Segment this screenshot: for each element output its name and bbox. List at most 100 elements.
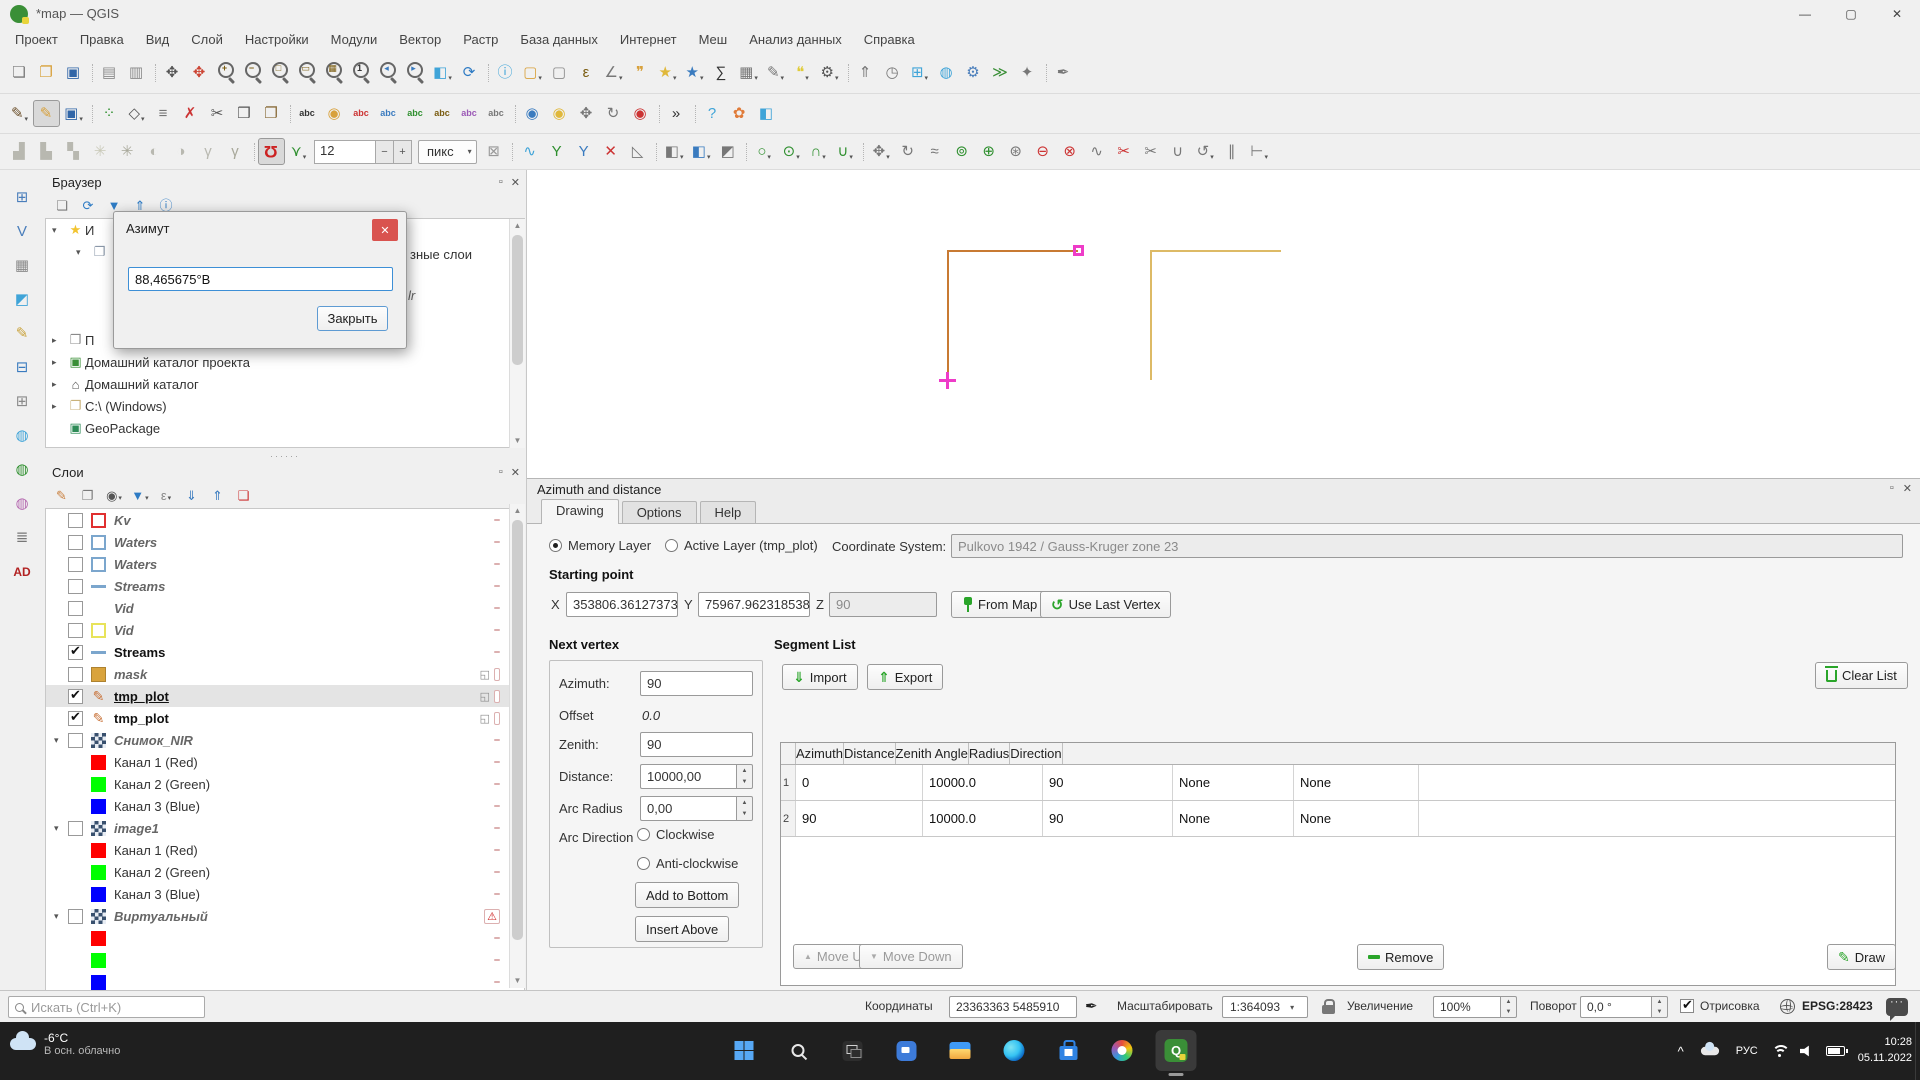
right-angle-constraint[interactable]: ◺ <box>625 138 652 165</box>
layer-row[interactable]: Канал 2 (Green) <box>46 861 524 883</box>
layer-label[interactable]: Канал 2 (Green) <box>114 865 210 880</box>
add-ring[interactable]: ⊚ <box>949 138 976 165</box>
extent-icon[interactable]: ✒ <box>1085 997 1098 1015</box>
layer-visibility-checkbox[interactable] <box>68 601 83 616</box>
zenith-field[interactable]: 90 <box>640 732 753 757</box>
layer-row[interactable]: Streams <box>46 575 524 597</box>
layer-row[interactable] <box>46 949 524 971</box>
expander-icon[interactable]: ▾ <box>76 247 90 258</box>
plugin-button-2[interactable]: ◧ <box>753 100 780 127</box>
layer-visibility-checkbox[interactable] <box>68 557 83 572</box>
export-button[interactable]: ⇑ Export <box>867 664 943 690</box>
warning-icon[interactable]: ⚠ <box>484 909 500 924</box>
layer-visibility-checkbox[interactable] <box>68 535 83 550</box>
start-button[interactable] <box>724 1030 765 1071</box>
reshape-features[interactable]: ∿ <box>1084 138 1111 165</box>
vertex-tool-all-layers[interactable]: Y <box>571 138 598 165</box>
menu-item[interactable]: Модули <box>320 29 389 50</box>
move-down-button[interactable]: ▼ Move Down <box>859 944 963 969</box>
separator[interactable] <box>742 140 751 164</box>
header-cell[interactable]: Distance <box>844 743 896 764</box>
scale-combo[interactable]: 1:364093▾ <box>1222 996 1308 1018</box>
new-map-view[interactable]: ⊞▾ <box>906 59 933 86</box>
cut-features[interactable]: ✂ <box>204 100 231 127</box>
clear-tolerance[interactable]: ⊠ <box>481 138 508 165</box>
filter-legend[interactable]: ▼▾ <box>128 484 152 506</box>
dock-close-icon[interactable]: ✕ <box>511 466 520 479</box>
browser-tree-item[interactable]: ▸ ▣ Домашний каталог проекта <box>46 351 524 373</box>
anticlockwise-radio[interactable] <box>637 857 650 870</box>
separator[interactable] <box>652 140 661 164</box>
offset-curve[interactable]: ∥ <box>1219 138 1246 165</box>
arc-radius-spinbox[interactable]: 0,00 ▲▼ <box>640 796 753 821</box>
zoom-last[interactable]: ◂ <box>375 59 402 86</box>
layer-visibility-checkbox[interactable] <box>68 645 83 660</box>
warning-icon[interactable] <box>494 712 500 725</box>
memory-layer-indicator-icon[interactable]: ◱ <box>480 690 490 703</box>
more-toolbars[interactable]: » <box>663 100 690 127</box>
weather-widget[interactable]: -6°C В осн. облачно <box>10 1031 120 1057</box>
warning-icon[interactable] <box>494 871 500 873</box>
deselect-features[interactable]: ▢ <box>546 59 573 86</box>
layer-label[interactable]: tmp_plot <box>114 689 169 704</box>
cell-direction[interactable]: None <box>1294 765 1419 800</box>
add-to-bottom-button[interactable]: Add to Bottom <box>635 882 739 908</box>
brightness-increase[interactable]: ✳ <box>87 138 114 165</box>
snapping-tolerance-value[interactable]: 12 <box>314 140 376 164</box>
messages-icon[interactable] <box>1886 998 1908 1016</box>
magnifier-spinbox[interactable]: 100% ▲▼ <box>1433 996 1517 1018</box>
zoom-settings[interactable]: ⚙▾ <box>816 59 843 86</box>
circle-3points[interactable]: ⊙▾ <box>778 138 805 165</box>
dock-float-icon[interactable]: ▫ <box>499 466 503 479</box>
layer-visibility-checkbox[interactable] <box>68 733 83 748</box>
label-hide[interactable]: abc <box>483 100 510 127</box>
circle-2points[interactable]: ○▾ <box>751 138 778 165</box>
warning-icon[interactable] <box>494 668 500 681</box>
annotation-tools[interactable]: ❝▾ <box>789 59 816 86</box>
open-attribute-table[interactable]: ▦▾ <box>735 59 762 86</box>
layer-label[interactable]: Канал 1 (Red) <box>114 755 198 770</box>
lock-icon[interactable] <box>1322 1005 1335 1014</box>
use-last-vertex-button[interactable]: ↺ Use Last Vertex <box>1040 591 1171 618</box>
label-single[interactable]: abc <box>348 100 375 127</box>
label-rotate[interactable]: abc <box>429 100 456 127</box>
layer-row[interactable]: Kv <box>46 509 524 531</box>
clear-list-button[interactable]: Clear List <box>1815 662 1908 689</box>
add-postgis-layer[interactable]: ⊟ <box>9 354 36 381</box>
warning-icon[interactable] <box>494 519 500 521</box>
render-checkbox[interactable] <box>1680 999 1694 1013</box>
header-cell[interactable]: Zenith Angle <box>896 743 969 764</box>
warning-icon[interactable] <box>494 690 500 703</box>
tolerance-decrease-button[interactable]: − <box>376 140 394 164</box>
diagram-show[interactable]: ◉ <box>546 100 573 127</box>
merge-features[interactable]: ∪ <box>1165 138 1192 165</box>
remove-vertex[interactable]: ✕ <box>598 138 625 165</box>
menu-item[interactable]: Слой <box>180 29 234 50</box>
snapping-tolerance-spinbox[interactable]: 12 − + <box>314 140 412 164</box>
add-delimited-text-layer[interactable]: ✎ <box>9 320 36 347</box>
copy-features[interactable]: ❒ <box>231 100 258 127</box>
layer-visibility-checkbox[interactable] <box>68 579 83 594</box>
delete-ring[interactable]: ⊖ <box>1030 138 1057 165</box>
dock-float-icon[interactable]: ▫ <box>1890 482 1894 495</box>
collapse-all[interactable]: ⇑ <box>206 484 230 506</box>
memory-layer-radio[interactable] <box>549 539 562 552</box>
dialog-close-button[interactable]: ✕ <box>372 219 398 241</box>
dialog-close-action-button[interactable]: Закрыть <box>317 306 388 331</box>
warning-icon[interactable] <box>494 805 500 807</box>
layer-row[interactable]: ▾ image1 <box>46 817 524 839</box>
layer-row[interactable]: Vid <box>46 619 524 641</box>
delete-part[interactable]: ⊗ <box>1057 138 1084 165</box>
layer-row[interactable]: Waters <box>46 553 524 575</box>
cell-radius[interactable]: None <box>1173 765 1294 800</box>
menu-item[interactable]: Настройки <box>234 29 320 50</box>
warning-icon[interactable] <box>494 783 500 785</box>
layer-label[interactable]: image1 <box>114 821 159 836</box>
processing-toolbox[interactable]: ⚙ <box>960 59 987 86</box>
menu-item[interactable]: Анализ данных <box>738 29 853 50</box>
layer-label[interactable]: Канал 3 (Blue) <box>114 887 200 902</box>
layer-label[interactable]: Vid <box>114 623 134 638</box>
rotation-spinbox[interactable]: 0,0 ° ▲▼ <box>1580 996 1668 1018</box>
layer-visibility-checkbox[interactable] <box>68 623 83 638</box>
layer-row[interactable]: Waters <box>46 531 524 553</box>
